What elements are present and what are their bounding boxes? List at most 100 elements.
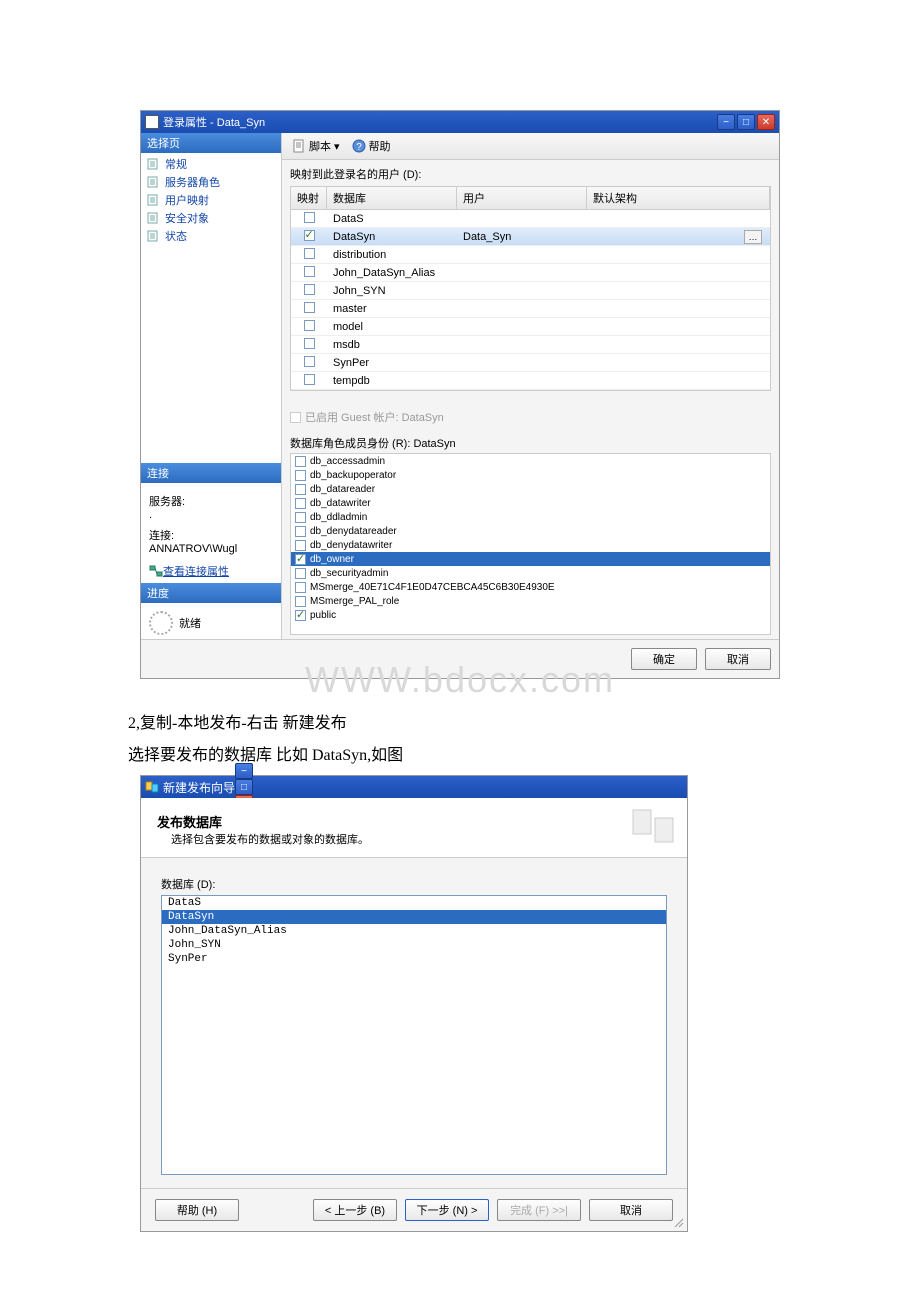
- list-item[interactable]: SynPer: [162, 952, 666, 966]
- help-button[interactable]: 帮助 (H): [155, 1199, 239, 1221]
- help-button[interactable]: ? 帮助: [348, 136, 395, 156]
- map-checkbox[interactable]: [304, 266, 315, 277]
- wizard-header: 发布数据库 选择包含要发布的数据或对象的数据库。: [141, 798, 687, 858]
- guest-checkbox: [290, 412, 301, 423]
- role-checkbox[interactable]: [295, 498, 306, 509]
- list-item[interactable]: DataSyn: [162, 910, 666, 924]
- database-list[interactable]: DataSDataSynJohn_DataSyn_AliasJohn_SYNSy…: [161, 895, 667, 1175]
- progress-header: 进度: [141, 583, 281, 603]
- database-list-label: 数据库 (D):: [161, 876, 667, 892]
- page-icon: [147, 158, 161, 170]
- map-checkbox[interactable]: [304, 356, 315, 367]
- svg-text:?: ?: [356, 142, 362, 153]
- maximize-button[interactable]: □: [737, 114, 755, 130]
- cancel-button[interactable]: 取消: [589, 1199, 673, 1221]
- map-checkbox[interactable]: [304, 320, 315, 331]
- sidebar-item[interactable]: 服务器角色: [141, 173, 281, 191]
- role-checkbox[interactable]: [295, 582, 306, 593]
- sidebar-item[interactable]: 状态: [141, 227, 281, 245]
- list-item[interactable]: John_SYN: [162, 938, 666, 952]
- map-checkbox[interactable]: [304, 248, 315, 259]
- role-item[interactable]: db_backupoperator: [291, 468, 770, 482]
- close-button[interactable]: ✕: [757, 114, 775, 130]
- sidebar-item[interactable]: 用户映射: [141, 191, 281, 209]
- mapping-row[interactable]: distribution: [291, 246, 770, 264]
- mapping-row[interactable]: msdb: [291, 336, 770, 354]
- map-header: 映射: [291, 187, 327, 209]
- role-item[interactable]: db_owner: [291, 552, 770, 566]
- map-checkbox[interactable]: [304, 284, 315, 295]
- conn-value: ANNATROV\Wugl: [149, 543, 273, 555]
- roles-label: 数据库角色成员身份 (R): DataSyn: [290, 435, 771, 451]
- role-checkbox[interactable]: [295, 512, 306, 523]
- ellipsis-button[interactable]: …: [744, 230, 762, 244]
- sidebar-item[interactable]: 安全对象: [141, 209, 281, 227]
- role-checkbox[interactable]: [295, 554, 306, 565]
- role-item[interactable]: db_accessadmin: [291, 454, 770, 468]
- page-icon: [147, 176, 161, 188]
- role-checkbox[interactable]: [295, 470, 306, 481]
- finish-button[interactable]: 完成 (F) >>|: [497, 1199, 581, 1221]
- role-item[interactable]: db_ddladmin: [291, 510, 770, 524]
- mapping-row[interactable]: John_SYN: [291, 282, 770, 300]
- app-icon: [145, 115, 159, 129]
- minimize-button[interactable]: −: [235, 763, 253, 779]
- server-label: 服务器:: [149, 493, 273, 509]
- instruction-text-1: 2,复制-本地发布-右击 新建发布: [128, 709, 920, 733]
- mapping-row[interactable]: DataS: [291, 210, 770, 228]
- role-item[interactable]: db_datareader: [291, 482, 770, 496]
- mapping-row[interactable]: master: [291, 300, 770, 318]
- page-icon: [147, 194, 161, 206]
- role-item[interactable]: MSmerge_PAL_role: [291, 594, 770, 608]
- db-header: 数据库: [327, 187, 457, 209]
- wizard-subheading: 选择包含要发布的数据或对象的数据库。: [171, 831, 671, 847]
- role-item[interactable]: db_securityadmin: [291, 566, 770, 580]
- left-panel: 选择页 常规服务器角色用户映射安全对象状态 连接 服务器: . 连接: ANNA…: [141, 133, 282, 639]
- back-button[interactable]: < 上一步 (B): [313, 1199, 397, 1221]
- role-checkbox[interactable]: [295, 568, 306, 579]
- toolbar: 脚本 ▾ ? 帮助: [282, 133, 779, 160]
- wizard-title-bar[interactable]: 新建发布向导 − □ ✕: [141, 776, 687, 798]
- role-checkbox[interactable]: [295, 596, 306, 607]
- cancel-button[interactable]: 取消: [705, 648, 771, 670]
- role-item[interactable]: public: [291, 608, 770, 622]
- mapping-table: 映射 数据库 用户 默认架构 DataSDataSynData_Syn…dist…: [290, 186, 771, 391]
- map-checkbox[interactable]: [304, 302, 315, 313]
- wizard-graphic-icon: [629, 806, 677, 846]
- minimize-button[interactable]: −: [717, 114, 735, 130]
- roles-list[interactable]: db_accessadmindb_backupoperatordb_datare…: [290, 453, 771, 635]
- list-item[interactable]: DataS: [162, 896, 666, 910]
- mapping-row[interactable]: SynPer: [291, 354, 770, 372]
- role-checkbox[interactable]: [295, 526, 306, 537]
- role-checkbox[interactable]: [295, 610, 306, 621]
- map-checkbox[interactable]: [304, 212, 315, 223]
- resize-grip[interactable]: [673, 1217, 685, 1229]
- script-button[interactable]: 脚本 ▾: [288, 136, 344, 156]
- role-checkbox[interactable]: [295, 484, 306, 495]
- mapping-row[interactable]: tempdb: [291, 372, 770, 390]
- mapping-row[interactable]: DataSynData_Syn…: [291, 228, 770, 246]
- role-item[interactable]: db_datawriter: [291, 496, 770, 510]
- mapping-label: 映射到此登录名的用户 (D):: [290, 166, 771, 182]
- role-checkbox[interactable]: [295, 540, 306, 551]
- list-item[interactable]: John_DataSyn_Alias: [162, 924, 666, 938]
- mapping-row[interactable]: John_DataSyn_Alias: [291, 264, 770, 282]
- view-conn-props-link[interactable]: 查看连接属性: [149, 563, 273, 579]
- map-checkbox[interactable]: [304, 230, 315, 241]
- sidebar-item[interactable]: 常规: [141, 155, 281, 173]
- ok-button[interactable]: 确定: [631, 648, 697, 670]
- help-icon: ?: [352, 139, 366, 153]
- instruction-text-2: 选择要发布的数据库 比如 DataSyn,如图: [128, 741, 920, 765]
- next-button[interactable]: 下一步 (N) >: [405, 1199, 489, 1221]
- mapping-row[interactable]: model: [291, 318, 770, 336]
- script-icon: [292, 139, 306, 153]
- maximize-button[interactable]: □: [235, 779, 253, 795]
- map-checkbox[interactable]: [304, 374, 315, 385]
- role-checkbox[interactable]: [295, 456, 306, 467]
- role-item[interactable]: MSmerge_40E71C4F1E0D47CEBCA45C6B30E4930E: [291, 580, 770, 594]
- guest-enabled-row: 已启用 Guest 帐户: DataSyn: [290, 409, 771, 425]
- title-bar[interactable]: 登录属性 - Data_Syn − □ ✕: [141, 111, 779, 133]
- role-item[interactable]: db_denydatawriter: [291, 538, 770, 552]
- role-item[interactable]: db_denydatareader: [291, 524, 770, 538]
- map-checkbox[interactable]: [304, 338, 315, 349]
